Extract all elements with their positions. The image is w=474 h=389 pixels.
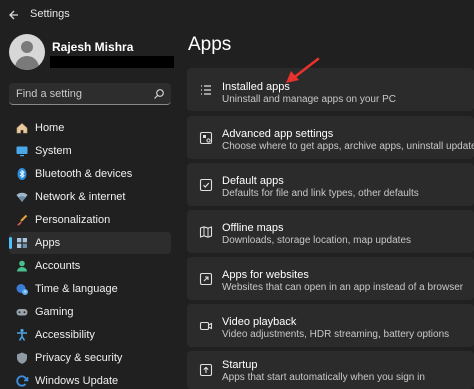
card-default-apps[interactable]: Default apps Defaults for file and link …: [187, 163, 474, 206]
back-arrow-icon[interactable]: [8, 6, 22, 24]
sidebar-item-network[interactable]: Network & internet: [9, 186, 171, 208]
system-icon: [15, 144, 29, 158]
web-app-icon: [199, 272, 213, 286]
accessibility-icon: [15, 328, 29, 342]
accounts-icon: [15, 259, 29, 273]
window-title: Settings: [30, 8, 70, 20]
sidebar-item-privacy-security[interactable]: Privacy & security: [9, 347, 171, 369]
card-description: Choose where to get apps, archive apps, …: [222, 141, 474, 152]
sidebar-item-label: Time & language: [35, 283, 118, 295]
redacted-email: [50, 56, 174, 68]
sidebar-item-label: Home: [35, 122, 65, 134]
sidebar-item-accessibility[interactable]: Accessibility: [9, 324, 171, 346]
card-apps-for-websites[interactable]: Apps for websites Websites that can open…: [187, 257, 474, 300]
search-input[interactable]: Find a setting: [16, 88, 82, 100]
sidebar-item-apps[interactable]: Apps: [9, 232, 171, 254]
sidebar-item-time-language[interactable]: Time & language: [9, 278, 171, 300]
sidebar-item-label: Accessibility: [35, 329, 95, 341]
card-description: Downloads, storage location, map updates: [222, 235, 412, 246]
sidebar-item-label: Apps: [35, 237, 61, 249]
sidebar-item-windows-update[interactable]: Windows Update: [9, 370, 171, 389]
avatar[interactable]: [9, 34, 45, 70]
page-title: Apps: [188, 34, 232, 55]
annotation-arrow-icon: [286, 57, 320, 83]
card-advanced-app-settings[interactable]: Advanced app settings Choose where to ge…: [187, 116, 474, 159]
card-description: Websites that can open in an app instead…: [222, 282, 464, 293]
brush-icon: [15, 213, 29, 227]
list-icon: [199, 83, 213, 97]
selected-indicator: [9, 237, 12, 249]
card-title: Installed apps: [222, 81, 290, 93]
sidebar-item-accounts[interactable]: Accounts: [9, 255, 171, 277]
sidebar-item-label: Gaming: [35, 306, 74, 318]
sidebar-item-label: Privacy & security: [35, 352, 123, 364]
card-description: Apps that start automatically when you s…: [222, 372, 425, 383]
sidebar-item-label: System: [35, 145, 72, 157]
apps-icon: [15, 236, 29, 250]
card-title: Video playback: [222, 316, 297, 328]
update-icon: [15, 374, 29, 388]
video-icon: [199, 319, 213, 333]
user-name: Rajesh Mishra: [52, 40, 134, 54]
home-icon: [15, 121, 29, 135]
sidebar-item-label: Personalization: [35, 214, 111, 226]
title-bar: Settings: [0, 0, 474, 30]
app-settings-icon: [199, 131, 213, 145]
card-title: Apps for websites: [222, 269, 309, 281]
sidebar-item-label: Accounts: [35, 260, 81, 272]
avatar-head-shape: [21, 41, 33, 53]
card-description: Video adjustments, HDR streaming, batter…: [222, 329, 450, 340]
map-icon: [199, 225, 213, 239]
card-title: Offline maps: [222, 222, 284, 234]
sidebar-item-label: Bluetooth & devices: [35, 168, 133, 180]
sidebar-item-bluetooth[interactable]: Bluetooth & devices: [9, 163, 171, 185]
card-title: Advanced app settings: [222, 128, 334, 140]
sidebar-item-personalization[interactable]: Personalization: [9, 209, 171, 231]
sidebar-item-home[interactable]: Home: [9, 117, 171, 139]
card-installed-apps[interactable]: Installed apps Uninstall and manage apps…: [187, 68, 474, 111]
search-icon[interactable]: [153, 87, 165, 99]
card-video-playback[interactable]: Video playback Video adjustments, HDR st…: [187, 304, 474, 347]
card-description: Uninstall and manage apps on your PC: [222, 94, 396, 105]
card-offline-maps[interactable]: Offline maps Downloads, storage location…: [187, 210, 474, 253]
sidebar-item-system[interactable]: System: [9, 140, 171, 162]
card-description: Defaults for file and link types, other …: [222, 188, 419, 199]
card-startup[interactable]: Startup Apps that start automatically wh…: [187, 351, 474, 389]
default-apps-icon: [199, 178, 213, 192]
bluetooth-icon: [15, 167, 29, 181]
sidebar-item-label: Network & internet: [35, 191, 126, 203]
card-title: Startup: [222, 359, 258, 371]
sidebar-item-gaming[interactable]: Gaming: [9, 301, 171, 323]
network-icon: [15, 190, 29, 204]
sidebar-item-label: Windows Update: [35, 375, 119, 387]
controller-icon: [15, 305, 29, 319]
search-box[interactable]: Find a setting: [9, 83, 171, 105]
startup-icon: [199, 363, 213, 377]
avatar-body-shape: [15, 56, 39, 70]
shield-icon: [15, 351, 29, 365]
globe-clock-icon: [15, 282, 29, 296]
card-title: Default apps: [222, 175, 284, 187]
